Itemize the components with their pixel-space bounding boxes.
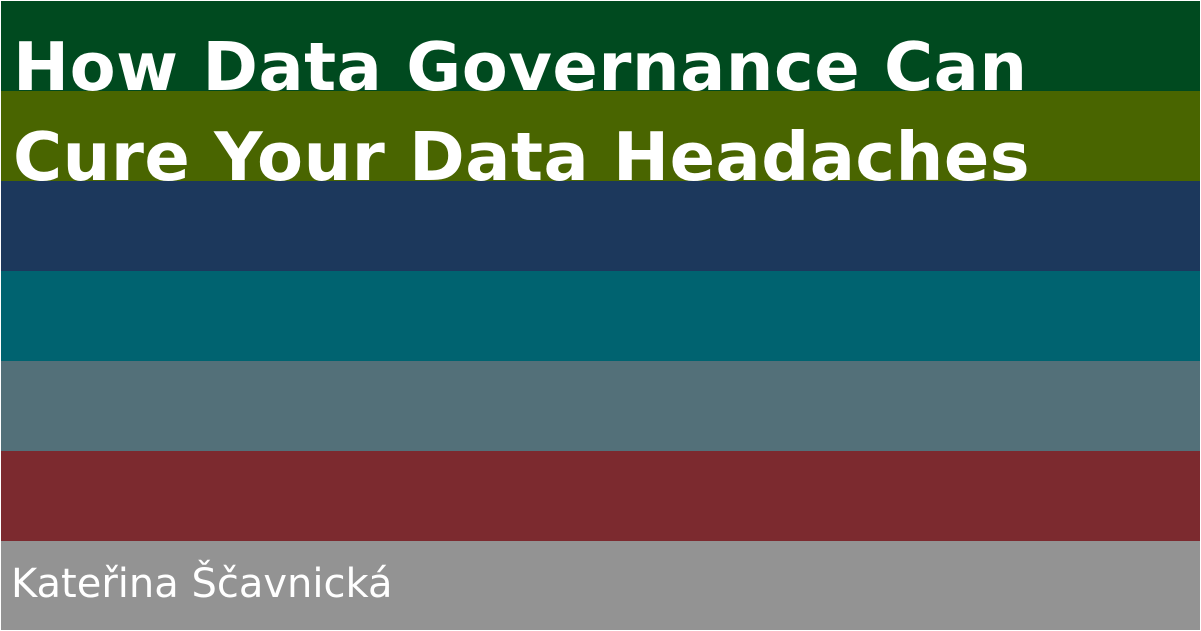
color-stripe — [1, 451, 1200, 541]
color-stripe — [1, 361, 1200, 451]
page-title: How Data Governance Can Cure Your Data H… — [13, 22, 1030, 202]
title-card: How Data Governance Can Cure Your Data H… — [0, 0, 1201, 631]
title-line: How Data Governance Can — [13, 28, 1028, 106]
title-line: Cure Your Data Headaches — [13, 118, 1031, 196]
color-stripe — [1, 271, 1200, 361]
author-name: Kateřina Ščavnická — [11, 561, 393, 607]
